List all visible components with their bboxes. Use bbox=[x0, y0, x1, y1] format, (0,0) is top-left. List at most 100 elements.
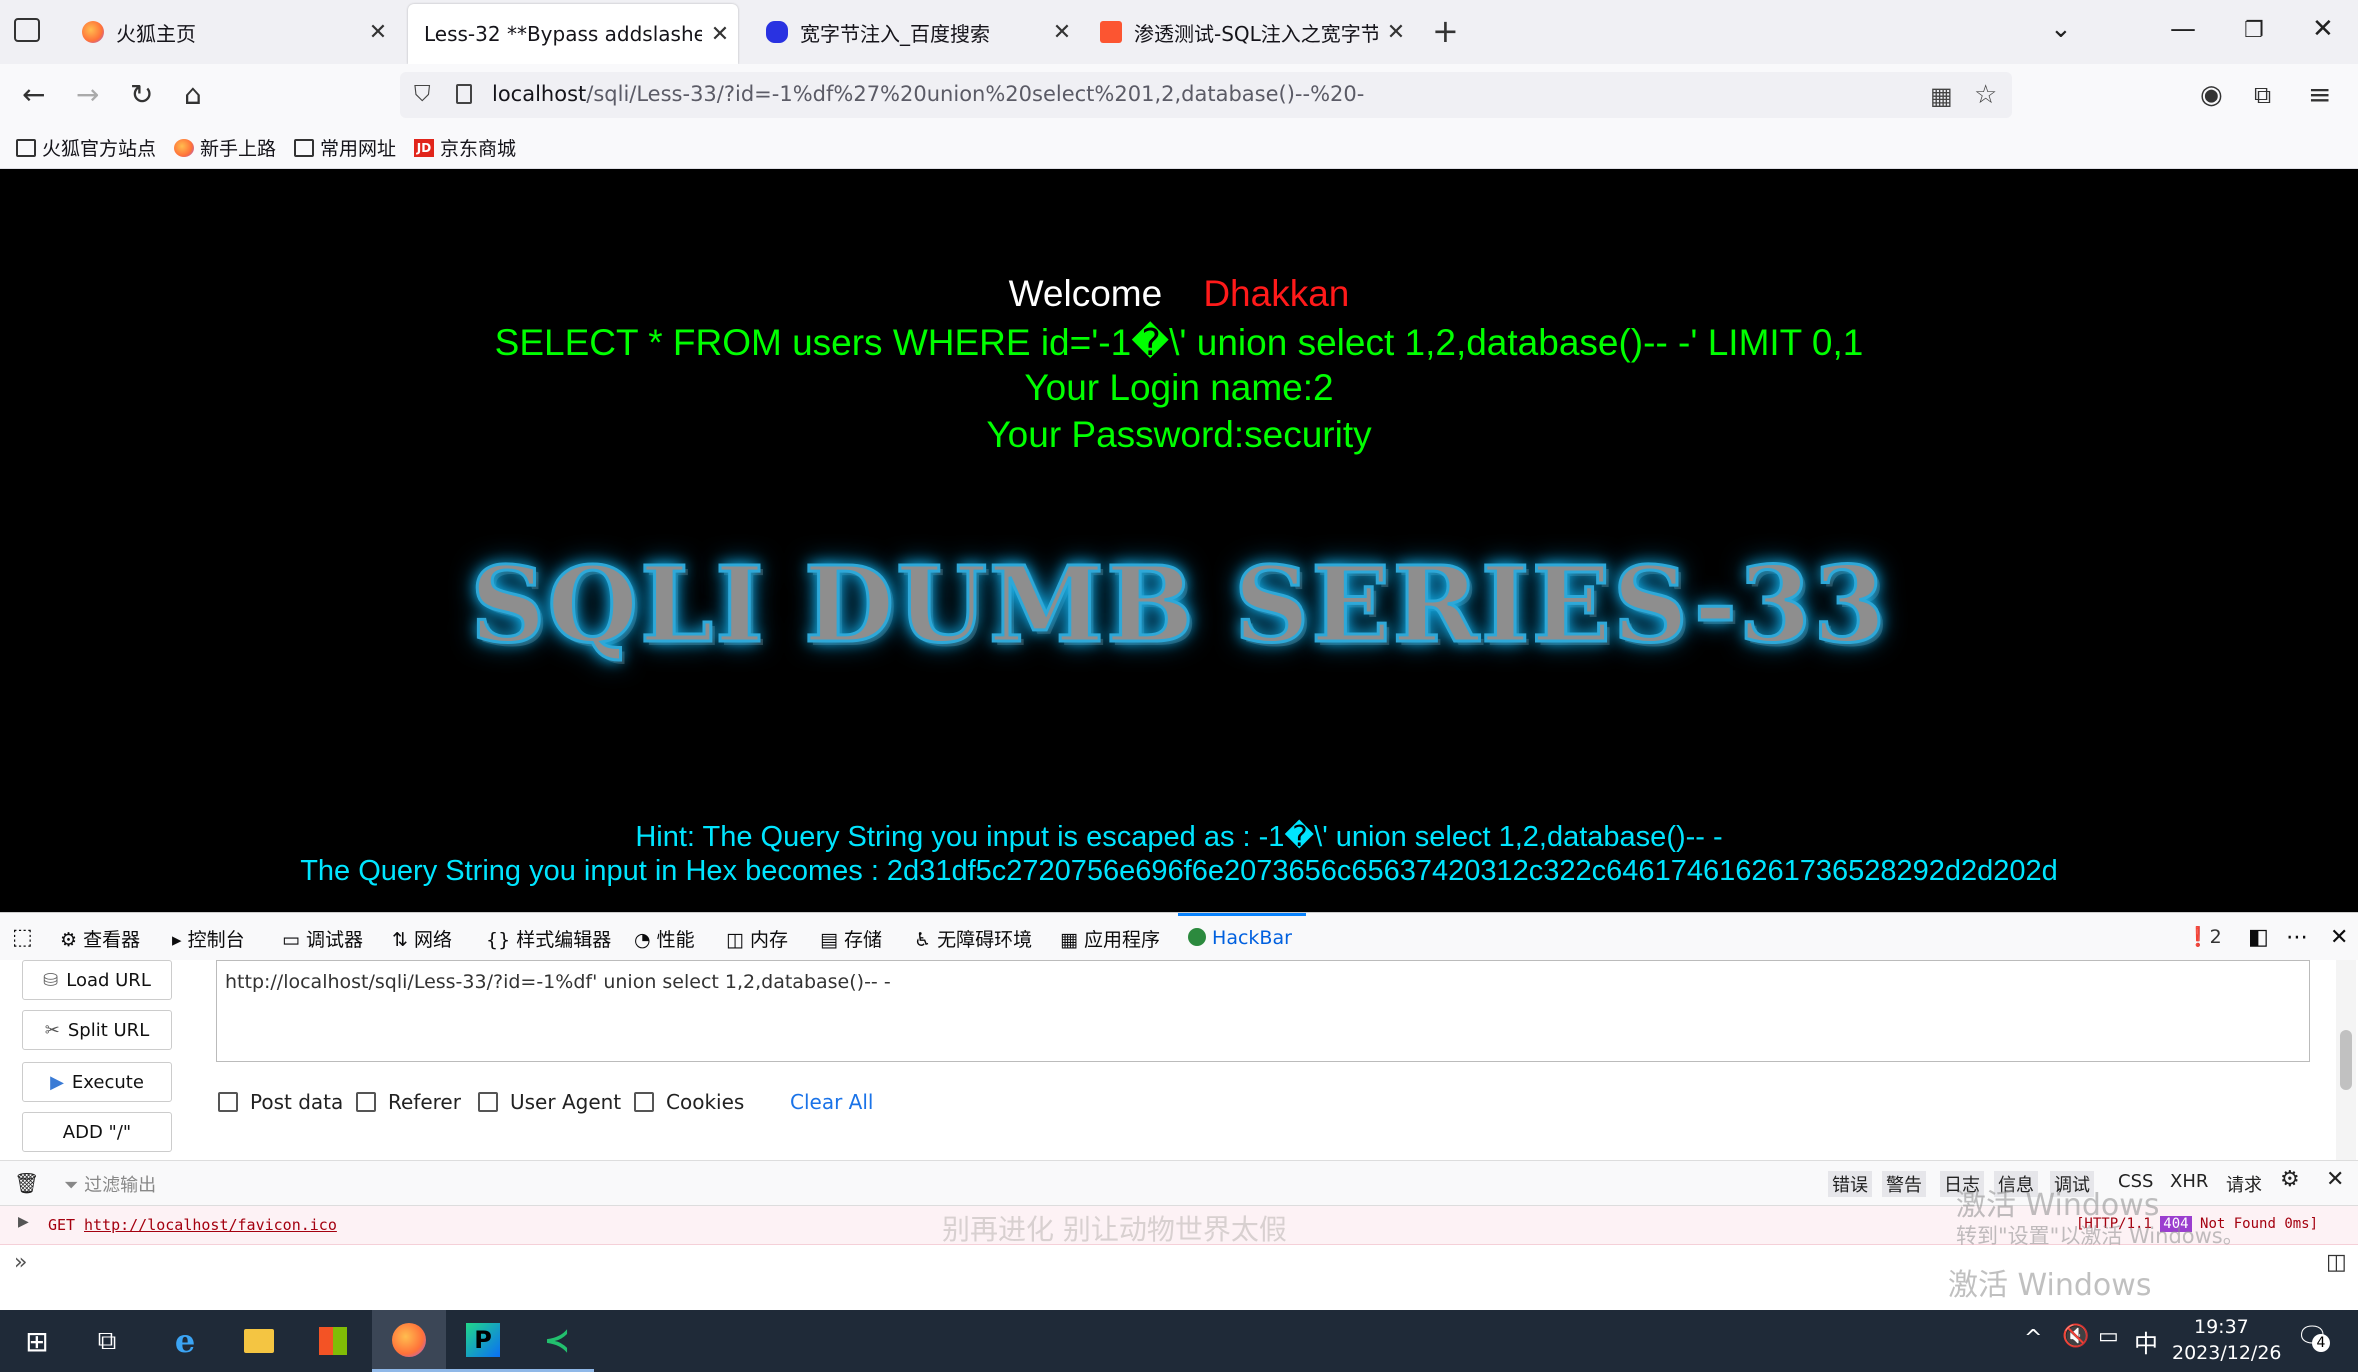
filter-errors[interactable]: 错误 bbox=[1828, 1171, 1872, 1197]
volume-icon[interactable]: 🔇 bbox=[2062, 1324, 2089, 1349]
devtools-tab-hackbar[interactable]: HackBar bbox=[1178, 913, 1306, 959]
devtools-tab-console[interactable]: ▸ 控制台 bbox=[172, 925, 245, 952]
devtools-tab-performance[interactable]: ◔ 性能 bbox=[634, 925, 695, 952]
user-agent-checkbox[interactable]: User Agent bbox=[478, 1090, 621, 1114]
url-text[interactable]: localhost/sqli/Less-33/?id=-1%df%27%20un… bbox=[492, 82, 1364, 106]
hackbar-scrollbar[interactable] bbox=[2336, 960, 2356, 1160]
notification-icon[interactable]: 🗨 4 bbox=[2296, 1322, 2330, 1352]
home-icon[interactable]: ⌂ bbox=[184, 80, 202, 110]
firefox-icon bbox=[174, 138, 194, 157]
more-options-icon[interactable]: ⋯ bbox=[2286, 925, 2308, 950]
tab-baidu-search[interactable]: 宽字节注入_百度搜索 ✕ bbox=[750, 0, 1080, 64]
bookmark-jd[interactable]: JD 京东商城 bbox=[414, 134, 516, 161]
devtools-tab-debugger[interactable]: ▭ 调试器 bbox=[282, 925, 363, 952]
forward-icon[interactable]: → bbox=[76, 80, 99, 110]
back-icon[interactable]: ← bbox=[22, 80, 45, 110]
hackbar-icon bbox=[1188, 928, 1206, 946]
devtools-tab-accessibility[interactable]: ♿ 无障碍环境 bbox=[914, 925, 1032, 952]
checkbox-box[interactable] bbox=[218, 1092, 238, 1112]
tab-label: 网络 bbox=[413, 929, 452, 951]
dock-side-icon[interactable]: ◧ bbox=[2248, 925, 2269, 950]
network-icon[interactable]: ▭ bbox=[2098, 1324, 2119, 1349]
add-slash-button[interactable]: ADD "/" bbox=[22, 1112, 172, 1152]
store-icon[interactable] bbox=[296, 1310, 370, 1372]
scrollbar-thumb[interactable] bbox=[2340, 1030, 2352, 1090]
menu-icon[interactable]: ≡ bbox=[2308, 80, 2331, 110]
execute-button[interactable]: ▶ Execute bbox=[22, 1062, 172, 1102]
filter-input[interactable]: ⏷ 过滤输出 bbox=[64, 1171, 156, 1197]
edge-icon[interactable]: e bbox=[148, 1310, 222, 1372]
tab-less-32[interactable]: Less-32 **Bypass addslashes()** ✕ bbox=[408, 4, 738, 64]
devtools-tab-application[interactable]: ▦ 应用程序 bbox=[1060, 925, 1160, 952]
element-picker-icon[interactable]: ⬚ bbox=[12, 925, 33, 950]
expand-icon[interactable]: ▶ bbox=[18, 1214, 29, 1230]
tab-firefox-home[interactable]: 火狐主页 ✕ bbox=[66, 0, 396, 64]
log-url[interactable]: http://localhost/favicon.ico bbox=[84, 1216, 337, 1234]
close-icon[interactable]: ✕ bbox=[1044, 20, 1080, 45]
tab-label: HackBar bbox=[1212, 927, 1292, 949]
error-count-badge[interactable]: ❗2 bbox=[2186, 925, 2222, 948]
clock-date[interactable]: 2023/12/26 bbox=[2172, 1342, 2282, 1364]
shield-icon[interactable]: ⛉ bbox=[414, 82, 431, 107]
split-console-icon[interactable]: ◫ bbox=[2326, 1250, 2347, 1275]
close-icon[interactable]: ✕ bbox=[702, 22, 738, 47]
start-icon[interactable]: ⊞ bbox=[0, 1310, 74, 1372]
tab-label: 火狐主页 bbox=[116, 21, 196, 46]
devtools-close-icon[interactable]: ✕ bbox=[2330, 925, 2348, 950]
console-settings-icon[interactable]: ⚙ bbox=[2280, 1167, 2300, 1192]
clear-all-link[interactable]: Clear All bbox=[790, 1090, 873, 1114]
window-close-icon[interactable]: ✕ bbox=[2312, 14, 2334, 44]
bookmarks-bar: 火狐官方站点 新手上路 常用网址 JD 京东商城 bbox=[0, 126, 2358, 169]
vscode-icon[interactable]: ≺ bbox=[520, 1310, 594, 1372]
checkbox-box[interactable] bbox=[634, 1092, 654, 1112]
minimize-icon[interactable]: — bbox=[2170, 14, 2196, 44]
post-data-checkbox[interactable]: Post data bbox=[218, 1090, 343, 1114]
filter-xhr[interactable]: XHR bbox=[2170, 1171, 2208, 1192]
load-url-button[interactable]: ⛁ Load URL bbox=[22, 960, 172, 1000]
extensions-icon[interactable]: ⧉ bbox=[2254, 80, 2271, 110]
welcome-text: Welcome bbox=[1008, 273, 1163, 314]
devtools-tab-inspector[interactable]: ⚙ 查看器 bbox=[60, 925, 140, 952]
tab-csdn-article[interactable]: 渗透测试-SQL注入之宽字节注 ✕ bbox=[1084, 0, 1414, 64]
devtools-tab-storage[interactable]: ▤ 存储 bbox=[820, 925, 882, 952]
tab-overflow-icon[interactable]: ⌄ bbox=[2050, 14, 2072, 44]
filter-placeholder: 过滤输出 bbox=[84, 1175, 157, 1196]
firefox-taskbar-icon[interactable] bbox=[372, 1310, 446, 1372]
tray-chevron-icon[interactable]: ^ bbox=[2024, 1326, 2042, 1351]
console-close-icon[interactable]: ✕ bbox=[2326, 1167, 2344, 1192]
close-icon[interactable]: ✕ bbox=[1378, 20, 1414, 45]
task-view-icon[interactable]: ⧉ bbox=[70, 1310, 144, 1372]
checkbox-box[interactable] bbox=[478, 1092, 498, 1112]
account-icon[interactable]: ◉ bbox=[2200, 80, 2223, 110]
tab-list-icon[interactable] bbox=[14, 18, 40, 42]
clock-time[interactable]: 19:37 bbox=[2194, 1316, 2249, 1338]
reload-icon[interactable]: ↻ bbox=[130, 80, 153, 110]
bookmark-common-sites[interactable]: 常用网址 bbox=[294, 134, 396, 161]
devtools-tab-network[interactable]: ⇅ 网络 bbox=[392, 925, 452, 952]
split-url-button[interactable]: ✂ Split URL bbox=[22, 1010, 172, 1050]
cookies-checkbox[interactable]: Cookies bbox=[634, 1090, 744, 1114]
pycharm-icon[interactable]: P bbox=[446, 1310, 520, 1372]
address-bar[interactable]: ⛉ localhost/sqli/Less-33/?id=-1%df%27%20… bbox=[400, 72, 2012, 118]
new-tab-button[interactable]: + bbox=[1432, 12, 1459, 50]
trash-icon[interactable]: 🗑 bbox=[14, 1171, 39, 1195]
ime-indicator[interactable]: 中 bbox=[2134, 1324, 2158, 1359]
devtools-tab-style-editor[interactable]: {} 样式编辑器 bbox=[486, 925, 611, 952]
restore-icon[interactable]: ❐ bbox=[2244, 18, 2264, 43]
checkbox-box[interactable] bbox=[356, 1092, 376, 1112]
bookmark-star-icon[interactable]: ☆ bbox=[1974, 80, 1997, 110]
filter-warnings[interactable]: 警告 bbox=[1882, 1171, 1926, 1197]
filter-requests[interactable]: 请求 bbox=[2226, 1171, 2262, 1197]
firefox-icon bbox=[82, 21, 104, 43]
bookmark-firefox-official[interactable]: 火狐官方站点 bbox=[16, 134, 156, 161]
referer-checkbox[interactable]: Referer bbox=[356, 1090, 461, 1114]
checkbox-label: Cookies bbox=[666, 1090, 745, 1114]
qr-code-icon[interactable]: ▦ bbox=[1930, 82, 1953, 110]
bookmark-getting-started[interactable]: 新手上路 bbox=[174, 134, 276, 161]
file-explorer-icon[interactable] bbox=[222, 1310, 296, 1372]
checkbox-label: Post data bbox=[250, 1090, 344, 1114]
console-input-chevron[interactable]: » bbox=[14, 1250, 27, 1275]
devtools-tab-memory[interactable]: ◫ 内存 bbox=[726, 925, 788, 952]
hackbar-url-input[interactable]: http://localhost/sqli/Less-33/?id=-1%df'… bbox=[216, 960, 2310, 1062]
close-icon[interactable]: ✕ bbox=[360, 20, 396, 45]
